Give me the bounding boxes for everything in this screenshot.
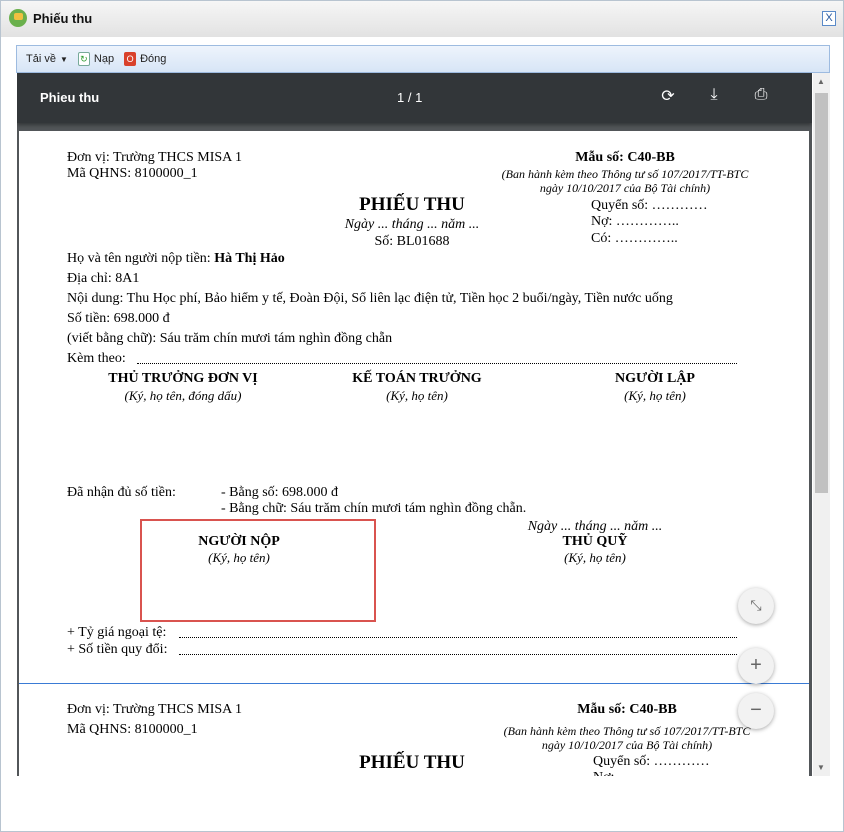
qhns-text: Mã QHNS: 8100000_1 (67, 722, 198, 737)
document-page-2: Đơn vị: Trường THCS MISA 1 Mã QHNS: 8100… (19, 684, 809, 776)
received-number: - Bằng số: 698.000 đ (221, 485, 339, 500)
sig-accountant-title: KẾ TOÁN TRƯỞNG (352, 371, 482, 386)
dotted-line (179, 637, 737, 638)
sig-maker-note: (Ký, họ tên) (624, 388, 686, 403)
issued-note-2: ngày 10/10/2017 của Bộ Tài chính) (539, 181, 711, 195)
content-text: Nội dung: Thu Học phí, Bảo hiểm y tế, Đo… (67, 291, 673, 306)
power-icon: O (124, 52, 137, 66)
toolbar: Tải về ▼ ↻ Nạp O Đóng (16, 45, 830, 73)
receipt-number: Số: BL01688 (374, 234, 450, 249)
sig-cashier-note: (Ký, họ tên) (564, 550, 626, 565)
debit-field: Nợ: ………….. (593, 770, 681, 776)
sig-cashier-title: THỦ QUỸ (562, 534, 628, 549)
fx-rate-label: + Tỷ giá ngoại tệ: (67, 625, 167, 640)
download-icon[interactable]: ⤓ (703, 86, 725, 108)
payer-label: Họ và tên người nộp tiền: (67, 251, 215, 266)
received-label: Đã nhận đủ số tiền: (67, 485, 176, 500)
issued-note-1: (Ban hành kèm theo Thông tư số 107/2017/… (503, 724, 751, 738)
reload-button[interactable]: ↻ Nạp (77, 52, 115, 66)
converted-label: + Số tiền quy đổi: (67, 642, 168, 657)
qhns-text: Mã QHNS: 8100000_1 (67, 166, 198, 181)
issued-note-2: ngày 10/10/2017 của Bộ Tài chính) (541, 738, 713, 752)
scroll-up-icon[interactable]: ▲ (817, 77, 825, 86)
dotted-line (137, 363, 737, 364)
sig-head-title: THỦ TRƯỞNG ĐƠN VỊ (108, 371, 258, 386)
amount-text: Số tiền: 698.000 đ (67, 311, 170, 326)
attached-label: Kèm theo: (67, 351, 126, 366)
payer-name: Hà Thị Hảo (214, 251, 285, 266)
dialog-window: Phiếu thu X Tải về ▼ ↻ Nạp O Đóng Phieu thu… (0, 0, 844, 832)
close-button[interactable]: O Đóng (124, 52, 166, 66)
dotted-line (179, 654, 737, 655)
issued-note-1: (Ban hành kèm theo Thông tư số 107/2017/… (501, 167, 749, 181)
form-number: Mẫu số: C40-BB (575, 150, 675, 165)
download-label: Tải về (26, 53, 56, 65)
credit-field: Có: ………….. (591, 231, 678, 246)
document-heading: PHIẾU THU (359, 752, 465, 773)
address-text: Địa chỉ: 8A1 (67, 271, 140, 286)
scroll-down-icon[interactable]: ▼ (817, 763, 825, 772)
zoom-in-icon[interactable]: + (738, 648, 774, 684)
payer-line: Họ và tên người nộp tiền: Hà Thị Hảo (67, 251, 285, 267)
refresh-icon: ↻ (77, 52, 90, 66)
viewer-title: Phieu thu (40, 90, 100, 105)
received-words: - Bằng chữ: Sáu trăm chín mươi tám nghìn… (221, 501, 527, 516)
reload-label: Nạp (93, 53, 115, 65)
close-label: Đóng (140, 53, 167, 65)
window-title: Phiếu thu (9, 9, 92, 27)
chevron-down-icon: ▼ (59, 54, 68, 64)
highlight-box (140, 519, 376, 622)
unit-text: Đơn vị: Trường THCS MISA 1 (67, 150, 243, 165)
sig-head-note: (Ký, họ tên, đóng dấu) (124, 388, 242, 403)
book-number: Quyển số: ………… (591, 198, 708, 213)
debit-field: Nợ: ………….. (591, 214, 679, 229)
zoom-out-icon[interactable]: − (738, 693, 774, 729)
print-icon[interactable]: ⎙ (750, 86, 772, 108)
fit-page-icon[interactable]: ⤡ (738, 588, 774, 624)
form-number: Mẫu số: C40-BB (577, 702, 677, 717)
scrollbar-thumb[interactable] (815, 93, 828, 493)
unit-text: Đơn vị: Trường THCS MISA 1 (67, 702, 243, 717)
date-text: Ngày ... tháng ... năm ... (344, 217, 480, 232)
close-icon[interactable]: X (822, 11, 836, 26)
viewer-header: Phieu thu 1 / 1 ⟳ ⤓ ⎙ (17, 73, 812, 123)
document-heading: PHIẾU THU (359, 194, 465, 215)
date-text-2: Ngày ... tháng ... năm ... (527, 519, 663, 534)
document-page: Đơn vị: Trường THCS MISA 1 Mã QHNS: 8100… (19, 131, 809, 683)
window-title-text: Phiếu thu (33, 10, 93, 26)
scrollbar[interactable]: ▲ ▼ (813, 73, 830, 776)
page-indicator: 1 / 1 (397, 90, 423, 105)
app-icon (9, 9, 27, 27)
sig-accountant-note: (Ký, họ tên) (386, 388, 448, 403)
pdf-viewer: Phieu thu 1 / 1 ⟳ ⤓ ⎙ Đơn vị: Trường THC… (17, 73, 812, 776)
book-number: Quyển số: ………… (593, 754, 710, 769)
download-menu-button[interactable]: Tải về ▼ (26, 53, 68, 65)
sig-maker-title: NGƯỜI LẬP (615, 371, 695, 386)
rotate-icon[interactable]: ⟳ (657, 86, 679, 108)
amount-words: (viết bằng chữ): Sáu trăm chín mươi tám … (67, 331, 393, 346)
